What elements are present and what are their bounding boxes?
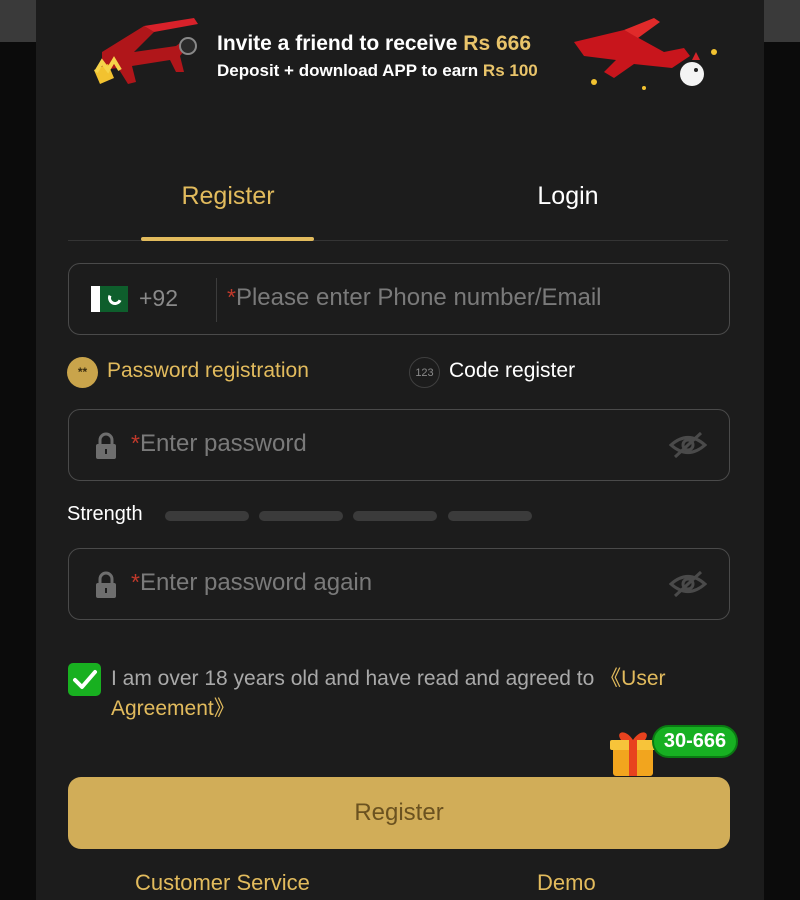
eye-hidden-icon[interactable] bbox=[669, 569, 707, 599]
required-mark: * bbox=[131, 430, 140, 456]
banner-invite-amount: Rs 666 bbox=[463, 32, 531, 55]
password-placeholder: Enter password bbox=[139, 430, 307, 457]
banner-deposit-text: Deposit + download APP to earn Rs 100 bbox=[217, 61, 538, 80]
register-button[interactable]: Register bbox=[68, 777, 730, 849]
banner-deposit-amount: Rs 100 bbox=[482, 61, 538, 80]
checkmark-icon bbox=[73, 670, 97, 689]
field-divider bbox=[216, 278, 217, 322]
gift-box-icon[interactable] bbox=[607, 726, 659, 778]
flag-crescent bbox=[106, 289, 124, 307]
active-tab-indicator bbox=[141, 237, 314, 241]
agreement-statement: I am over 18 years old and have read and… bbox=[111, 667, 601, 690]
customer-service-link[interactable]: Customer Service bbox=[135, 870, 310, 896]
password-again-placeholder: Enter password again bbox=[139, 569, 373, 596]
password-input[interactable]: *Enter password bbox=[131, 430, 307, 458]
strength-bar bbox=[353, 511, 437, 521]
password-registration-label: Password registration bbox=[107, 359, 309, 382]
eye-hidden-icon[interactable] bbox=[669, 430, 707, 460]
country-code[interactable]: +92 bbox=[139, 285, 178, 312]
phone-email-placeholder: Please enter Phone number/Email bbox=[235, 284, 602, 311]
strength-bar bbox=[165, 511, 249, 521]
agreement-checkbox[interactable] bbox=[68, 663, 101, 696]
required-mark: * bbox=[131, 569, 140, 595]
demo-link[interactable]: Demo bbox=[537, 870, 596, 896]
lock-icon bbox=[96, 432, 116, 459]
promo-banner[interactable]: Invite a friend to receive Rs 666 Deposi… bbox=[84, 12, 726, 100]
password-again-input[interactable]: *Enter password again bbox=[131, 569, 372, 597]
required-mark: * bbox=[227, 284, 236, 310]
lock-icon bbox=[96, 571, 116, 598]
airplane-graphic-left bbox=[94, 18, 198, 84]
banner-invite-text: Invite a friend to receive Rs 666 bbox=[217, 32, 531, 55]
strength-bar bbox=[448, 511, 532, 521]
phone-email-input[interactable]: *Please enter Phone number/Email bbox=[227, 284, 602, 312]
tab-register[interactable]: Register bbox=[142, 182, 314, 211]
pakistan-flag-icon bbox=[91, 286, 128, 312]
phone-email-field[interactable]: +92 *Please enter Phone number/Email bbox=[68, 263, 730, 335]
tab-login[interactable]: Login bbox=[480, 182, 656, 211]
strength-label: Strength bbox=[67, 503, 143, 525]
strength-bar bbox=[259, 511, 343, 521]
password-mode-icon: ** bbox=[67, 357, 98, 388]
code-register-label: Code register bbox=[449, 359, 576, 382]
airplane-graphic-right bbox=[574, 18, 717, 90]
password-again-field[interactable]: *Enter password again bbox=[68, 548, 730, 620]
gift-badge[interactable]: 30-666 bbox=[652, 725, 738, 758]
agreement-text: I am over 18 years old and have read and… bbox=[111, 664, 731, 724]
code-mode-icon: 123 bbox=[409, 357, 440, 388]
password-field[interactable]: *Enter password bbox=[68, 409, 730, 481]
